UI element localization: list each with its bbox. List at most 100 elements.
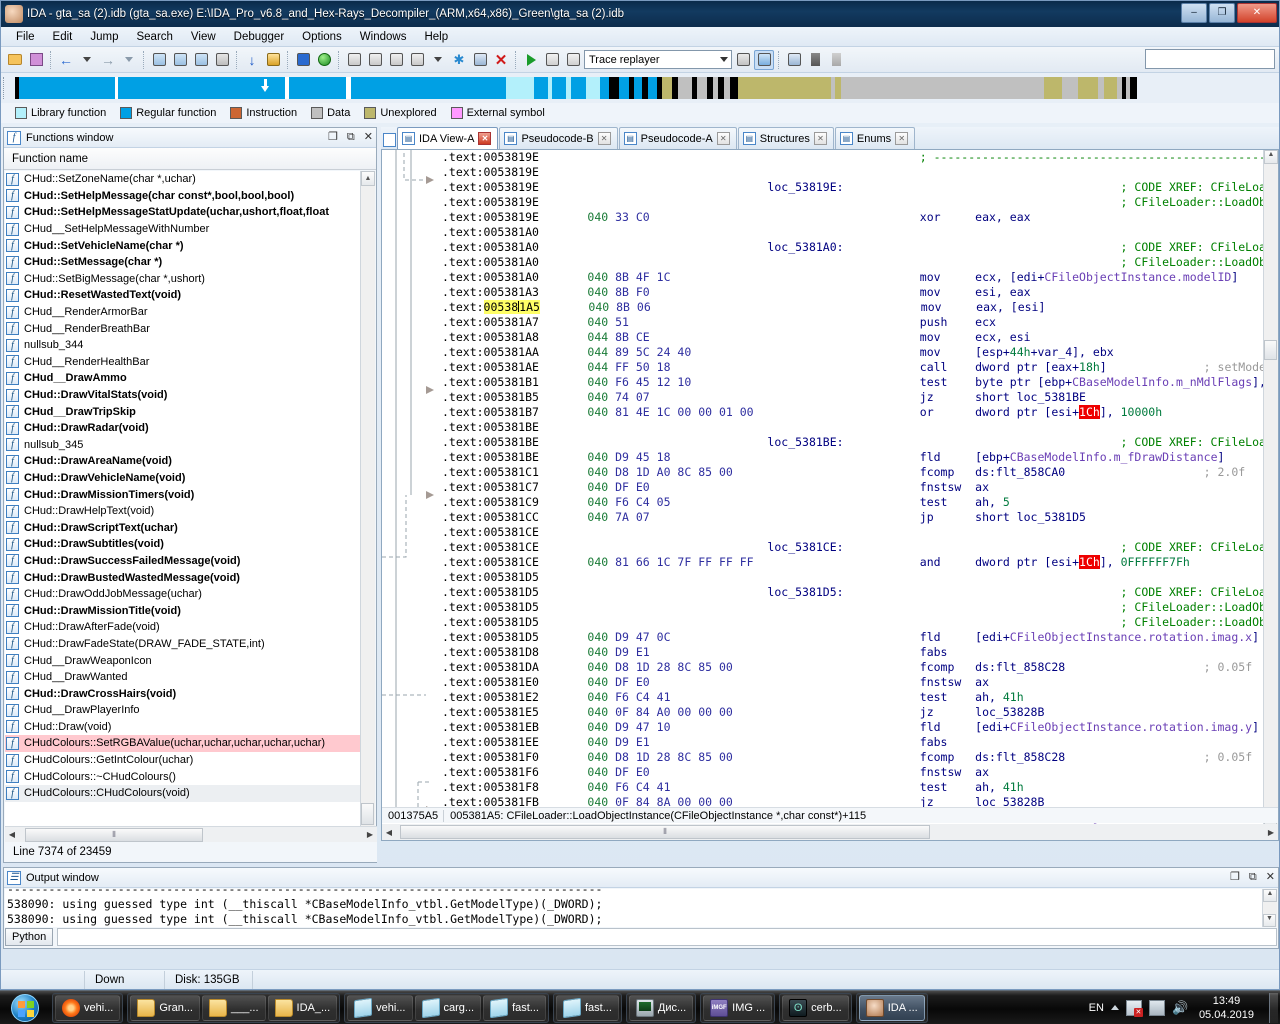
function-list-item[interactable]: f CHud::DrawAreaName(void) xyxy=(5,453,362,470)
function-list-item[interactable]: f nullsub_345 xyxy=(5,437,362,454)
function-list-item[interactable]: f CHud::SetHelpMessageStatUpdate(uchar,us… xyxy=(5,204,362,221)
restore-icon[interactable]: ⧉ xyxy=(347,130,355,144)
disassembly-line[interactable]: .text:005381A5 040 8B 06 mov eax, [esi] xyxy=(442,300,1264,315)
start-button[interactable] xyxy=(2,993,48,1023)
taskbar-item[interactable]: iMGF IMG ... xyxy=(703,994,773,1021)
disassembly-line[interactable]: .text:005381A0 loc_5381A0: ; CODE XREF: … xyxy=(442,240,1264,255)
disassembly-line[interactable]: .text:005381CE xyxy=(442,525,1264,540)
disassembly-line[interactable]: .text:005381BE 040 D9 45 18 fld [ebp+CBa… xyxy=(442,450,1264,465)
hscroll-track[interactable]: ⦀ xyxy=(396,825,1264,839)
function-list-item[interactable]: f CHud__DrawAmmo xyxy=(5,370,362,387)
scrollbar-thumb[interactable] xyxy=(361,803,374,825)
function-list-item[interactable]: f CHud::DrawFadeState(DRAW_FADE_STATE,int… xyxy=(5,636,362,653)
disassembly-line[interactable]: .text:005381D5 xyxy=(442,570,1264,585)
pause-icon[interactable] xyxy=(542,50,562,70)
menu-item-options[interactable]: Options xyxy=(293,29,351,45)
back-arrow-icon[interactable]: ← xyxy=(56,50,76,70)
disassembly-scrollbar[interactable]: ▲ ▼ xyxy=(1263,150,1278,825)
tab-structures[interactable]: ▤ Structures ✕ xyxy=(737,127,834,149)
disassembly-line[interactable]: .text:005381F0 040 D8 1D 28 8C 85 00 fco… xyxy=(442,750,1264,765)
function-list-item[interactable]: f nullsub_344 xyxy=(5,337,362,354)
warning-icon[interactable] xyxy=(293,50,313,70)
function-list-item[interactable]: f CHud::SetZoneName(char *,uchar) xyxy=(5,171,362,188)
disassembly-line[interactable]: .text:005381D5 ; CFileLoader::LoadObject… xyxy=(442,600,1264,615)
scrollbar-thumb[interactable] xyxy=(1264,340,1277,360)
clock[interactable]: 13:49 05.04.2019 xyxy=(1195,994,1262,1022)
tab-ida-view-a[interactable]: ▤ IDA View-A ✕ xyxy=(397,127,499,149)
stop-icon[interactable] xyxy=(563,50,583,70)
disassembly-line[interactable]: .text:005381D5 ; CFileLoader::LoadObject… xyxy=(442,615,1264,630)
function-list-item[interactable]: f CHud::DrawScriptText(uchar) xyxy=(5,519,362,536)
function-list-item[interactable]: f CHud::DrawSubtitles(void) xyxy=(5,536,362,553)
disassembly-line[interactable]: .text:005381E0 040 DF E0 fnstsw ax xyxy=(442,675,1264,690)
function-list-item[interactable]: f CHud::DrawCrossHairs(void) xyxy=(5,685,362,702)
function-list-item[interactable]: f CHud__RenderBreathBar xyxy=(5,320,362,337)
maximize-button[interactable]: ❐ xyxy=(1209,3,1235,23)
command-input[interactable] xyxy=(57,928,1277,946)
disassembly-line[interactable]: .text:005381F8 040 F6 C4 41 test ah, 41h xyxy=(442,780,1264,795)
graph-icon[interactable] xyxy=(470,50,490,70)
menu-item-windows[interactable]: Windows xyxy=(351,29,416,45)
scroll-up-icon[interactable]: ▲ xyxy=(1264,150,1278,164)
disassembly-line[interactable]: .text:005381AE 044 FF 50 18 call dword p… xyxy=(442,360,1264,375)
disassembly-line[interactable]: .text:005381CC 040 7A 07 jp short loc_53… xyxy=(442,510,1264,525)
menu-item-edit[interactable]: Edit xyxy=(44,29,82,45)
function-list-item[interactable]: f CHud__DrawWanted xyxy=(5,669,362,686)
function-list-item[interactable]: f CHud::SetBigMessage(char *,ushort) xyxy=(5,271,362,288)
menu-item-help[interactable]: Help xyxy=(415,29,457,45)
show-hidden-icons-icon[interactable] xyxy=(1110,1005,1119,1010)
menu-item-view[interactable]: View xyxy=(182,29,225,45)
delete-icon[interactable]: ✕ xyxy=(491,50,511,70)
scroll-right-icon[interactable]: ▶ xyxy=(1264,828,1278,837)
output-log[interactable]: ----------------------------------------… xyxy=(5,889,1263,927)
function-list-item[interactable]: f CHud::DrawVitalStats(void) xyxy=(5,387,362,404)
menu-item-jump[interactable]: Jump xyxy=(81,29,127,45)
scroll-up-icon[interactable]: ▲ xyxy=(361,171,375,186)
function-list-item[interactable]: f CHudColours::GetIntColour(uchar) xyxy=(5,752,362,769)
scroll-up-icon[interactable]: ▲ xyxy=(1263,889,1277,902)
function-list-item[interactable]: f CHud__DrawTripSkip xyxy=(5,403,362,420)
disassembly-line[interactable]: .text:005381A3 040 8B F0 mov esi, eax xyxy=(442,285,1264,300)
navigator-strip[interactable] xyxy=(15,77,1137,99)
green-circle-icon[interactable] xyxy=(314,50,334,70)
taskbar-item[interactable]: Gran... xyxy=(130,994,200,1021)
disassembly-line[interactable]: .text:005381C1 040 D8 1D A0 8C 85 00 fco… xyxy=(442,465,1264,480)
function-list-item[interactable]: f CHud::SetMessage(char *) xyxy=(5,254,362,271)
volume-icon[interactable]: 🔊 xyxy=(1172,1000,1188,1016)
disassembly-hscrollbar[interactable]: ◀ ⦀ ▶ xyxy=(382,824,1278,840)
function-list-item[interactable]: f CHud::DrawSuccessFailedMessage(void) xyxy=(5,553,362,570)
disassembly-line[interactable]: .text:005381F6 040 DF E0 fnstsw ax xyxy=(442,765,1264,780)
function-list-item[interactable]: f CHud::DrawMissionTitle(void) xyxy=(5,602,362,619)
disassembly-line[interactable]: .text:005381BE xyxy=(442,420,1264,435)
save-icon[interactable] xyxy=(26,50,46,70)
disassembly-line[interactable]: .text:0053819E ; CFileLoader::LoadObject… xyxy=(442,195,1264,210)
search-text-icon[interactable] xyxy=(170,50,190,70)
disassembly-line[interactable]: .text:005381DA 040 D8 1D 28 8C 85 00 fco… xyxy=(442,660,1264,675)
make-code-icon[interactable] xyxy=(344,50,364,70)
menu-item-file[interactable]: File xyxy=(7,29,44,45)
open-folder-icon[interactable] xyxy=(5,50,25,70)
function-list-item[interactable]: f CHud::DrawHelpText(void) xyxy=(5,503,362,520)
step-out-icon[interactable] xyxy=(733,50,753,70)
python-button[interactable]: Python xyxy=(5,928,54,946)
step-into-icon[interactable] xyxy=(754,49,774,70)
function-name-column-header[interactable]: Function name xyxy=(4,148,376,170)
disassembly-line[interactable]: .text:005381D8 040 D9 E1 fabs xyxy=(442,645,1264,660)
disassembly-line[interactable]: .text:0053819E xyxy=(442,165,1264,180)
disassembly-line[interactable]: .text:005381A7 040 51 push ecx xyxy=(442,315,1264,330)
disassembly-line[interactable]: .text:005381CE loc_5381CE: ; CODE XREF: … xyxy=(442,540,1264,555)
taskbar-item[interactable]: IDA ... xyxy=(858,994,925,1021)
tab-enums[interactable]: ▤ Enums ✕ xyxy=(834,127,916,149)
restore-icon[interactable]: ⧉ xyxy=(1249,870,1257,884)
disassembly-lines[interactable]: .text:0053819E ; -----------------------… xyxy=(442,150,1264,825)
search-names-icon[interactable] xyxy=(149,50,169,70)
undefine-icon[interactable]: ✱ xyxy=(449,50,469,70)
disassembly-line[interactable]: .text:005381EB 040 D9 47 10 fld [edi+CFi… xyxy=(442,720,1264,735)
function-list[interactable]: f CHud::SetZoneName(char *,uchar)f CHud::S… xyxy=(5,171,362,843)
run-icon[interactable] xyxy=(521,50,541,70)
disassembly-line[interactable]: .text:005381E2 040 F6 C4 41 test ah, 41h xyxy=(442,690,1264,705)
taskbar-item[interactable]: fast... xyxy=(555,994,619,1021)
function-list-item[interactable]: f CHud__DrawWeaponIcon xyxy=(5,652,362,669)
taskbar-item[interactable]: carg... xyxy=(414,994,482,1021)
menu-item-search[interactable]: Search xyxy=(127,29,181,45)
